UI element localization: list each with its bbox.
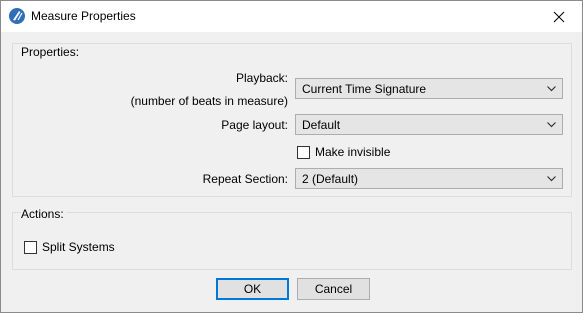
close-icon [553,11,565,22]
split-systems-checkbox[interactable] [24,240,37,254]
measure-properties-dialog: Measure Properties Properties: Playback:… [0,0,583,313]
page-layout-select[interactable]: Default [295,114,563,135]
make-invisible-checkbox[interactable] [297,145,310,159]
playback-sublabel: (number of beats in measure) [130,94,288,108]
ok-button-label: OK [243,282,262,296]
repeat-section-select-value: 2 (Default) [302,171,359,186]
properties-group-label: Properties: [21,45,80,59]
make-invisible-label: Make invisible [315,145,391,159]
playback-label: Playback: [235,71,288,85]
playback-select[interactable]: Current Time Signature [295,78,563,99]
repeat-section-select[interactable]: 2 (Default) [295,168,563,189]
app-logo-icon [9,8,25,24]
split-systems-label: Split Systems [42,240,115,254]
repeat-section-label: Repeat Section: [202,172,288,186]
actions-group-label: Actions: [21,207,67,221]
window-title: Measure Properties [31,9,136,23]
title-bar: Measure Properties [1,1,582,32]
playback-select-value: Current Time Signature [302,81,427,96]
close-button[interactable] [536,1,582,32]
cancel-button[interactable]: Cancel [297,278,370,300]
chevron-down-icon [547,122,556,128]
page-layout-select-value: Default [302,117,341,132]
cancel-button-label: Cancel [314,282,353,296]
chevron-down-icon [547,176,556,182]
page-layout-label: Page layout: [221,118,288,132]
chevron-down-icon [547,86,556,92]
ok-button[interactable]: OK [216,278,289,300]
make-invisible-option[interactable]: Make invisible [297,145,390,159]
split-systems-option[interactable]: Split Systems [24,240,115,254]
